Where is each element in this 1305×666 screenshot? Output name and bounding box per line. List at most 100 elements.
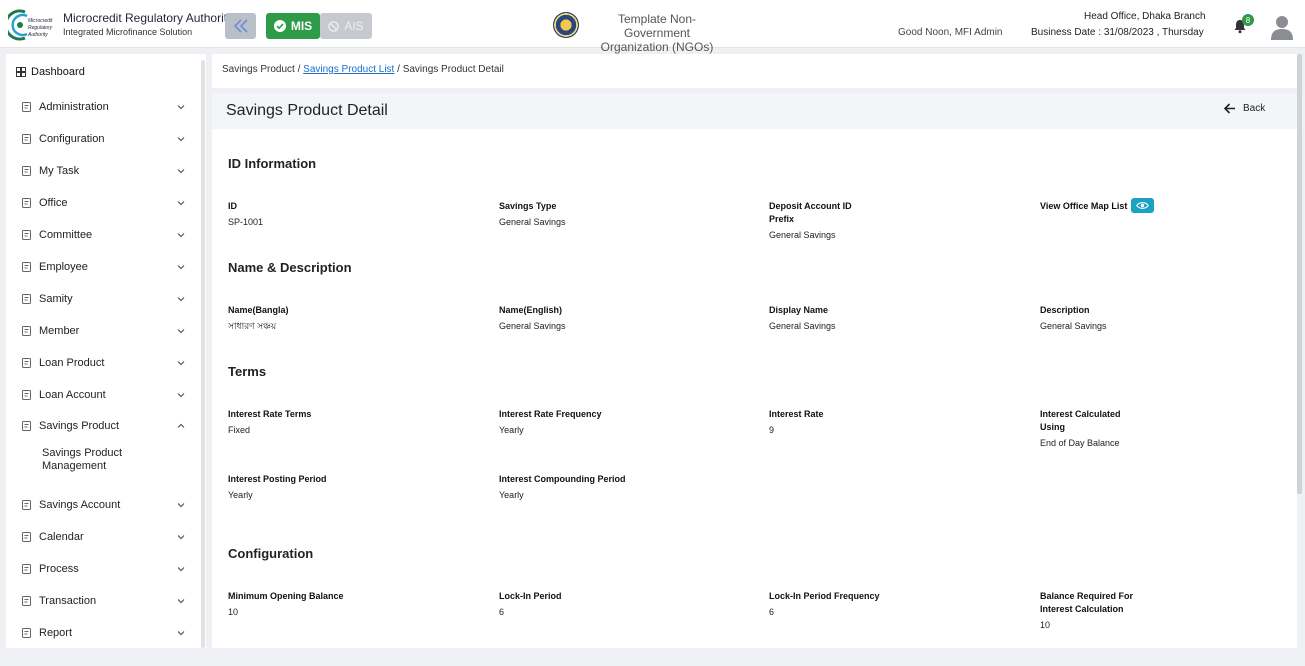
breadcrumb: Savings Product / Savings Product List /… — [222, 64, 504, 75]
sidebar-item-label: Transaction — [39, 595, 97, 607]
breadcrumb-link-savings-product-list[interactable]: Savings Product List — [303, 64, 394, 75]
main-content: Savings Product Detail Back ID Informati… — [212, 93, 1297, 648]
ais-label: AIS — [344, 19, 364, 33]
field-label: View Office Map List — [1040, 201, 1128, 211]
field-value: General Savings — [769, 230, 836, 240]
sidebar-item-label: Loan Account — [39, 389, 106, 401]
chevron-down-icon — [177, 137, 185, 142]
detail-field-interest-calculated-using: Interest Calculated Using End of Day Bala… — [1040, 408, 1140, 449]
ais-toggle-button[interactable]: AIS — [320, 13, 372, 39]
field-label: Savings Type — [499, 201, 557, 211]
ban-icon — [328, 20, 340, 32]
field-value: 9 — [769, 425, 775, 435]
sidebar-item-my-task[interactable]: My Task — [6, 162, 196, 182]
chevron-down-icon — [177, 503, 185, 508]
sidebar-item-savings-account[interactable]: Savings Account — [6, 496, 196, 516]
svg-text:Regulatory: Regulatory — [28, 25, 53, 31]
report-icon — [22, 628, 31, 638]
chevron-down-icon — [177, 233, 185, 238]
org-title: Microcredit Regulatory Authority — [63, 11, 234, 25]
detail-field-description: Description General Savings — [1040, 304, 1240, 332]
detail-field-name-bangla: Name(Bangla) সাধারণ সঞ্চয় — [228, 304, 428, 332]
detail-field-view-office-map-list: View Office Map List — [1040, 197, 1240, 213]
field-value: End of Day Balance — [1040, 438, 1120, 448]
transaction-icon — [22, 596, 31, 606]
field-value: General Savings — [1040, 321, 1107, 331]
field-label: Lock-In Period Frequency — [769, 591, 880, 601]
field-value: 6 — [499, 607, 505, 617]
field-label: Balance Required For Interest Calculatio… — [1040, 591, 1134, 614]
field-label: Interest Posting Period — [228, 474, 327, 484]
detail-field-name-english: Name(English) General Savings — [499, 304, 699, 332]
config-icon — [22, 134, 31, 144]
employee-icon — [22, 262, 31, 272]
sidebar-item-report[interactable]: Report — [6, 624, 196, 644]
field-value: 10 — [1040, 620, 1051, 630]
chevron-down-icon — [177, 329, 185, 334]
back-button[interactable]: Back — [1224, 103, 1265, 114]
detail-field-display-name: Display Name General Savings — [769, 304, 969, 332]
breadcrumb-bar: Savings Product / Savings Product List /… — [212, 54, 1297, 88]
sidebar-item-savings-product[interactable]: Savings Product — [6, 417, 196, 437]
sidebar-item-process[interactable]: Process — [6, 560, 196, 580]
sidebar-collapse-button[interactable] — [225, 13, 256, 39]
breadcrumb-item-savings-product: Savings Product — [222, 64, 295, 75]
ngo-name-line2: Organization (NGOs) — [600, 40, 714, 54]
field-value: Fixed — [228, 425, 251, 435]
detail-field-interest-rate-frequency: Interest Rate Frequency Yearly — [499, 408, 699, 436]
detail-field-interest-posting-period: Interest Posting Period Yearly — [228, 473, 428, 501]
sidebar-item-loan-account[interactable]: Loan Account — [6, 386, 196, 406]
sidebar-item-label: Employee — [39, 261, 88, 273]
detail-field-lock-in-period-frequency: Lock-In Period Frequency 6 — [769, 590, 969, 618]
chevron-down-icon — [177, 265, 185, 270]
field-value: General Savings — [769, 321, 836, 331]
check-circle-icon — [273, 20, 286, 32]
sidebar: Dashboard Administration Configuration My … — [6, 54, 206, 648]
field-label: Lock-In Period — [499, 591, 562, 601]
field-value: Yearly — [499, 490, 524, 500]
sidebar-item-label: Calendar — [39, 531, 84, 543]
sidebar-item-label: My Task — [39, 165, 80, 177]
arrow-left-icon — [1224, 103, 1235, 114]
field-label: Minimum Opening Balance — [228, 591, 344, 601]
sidebar-item-samity[interactable]: Samity — [6, 290, 196, 310]
sidebar-item-loan-product[interactable]: Loan Product — [6, 354, 196, 374]
sidebar-item-administration[interactable]: Administration — [6, 98, 196, 118]
detail-field-savings-type: Savings Type General Savings — [499, 200, 699, 228]
sidebar-scrollbar[interactable] — [201, 60, 205, 648]
field-label: Name(Bangla) — [228, 305, 289, 315]
sidebar-item-office[interactable]: Office — [6, 194, 196, 214]
detail-field-minimum-opening-balance: Minimum Opening Balance 10 — [228, 590, 428, 618]
mis-toggle-button[interactable]: MIS — [266, 13, 320, 39]
sidebar-item-employee[interactable]: Employee — [6, 258, 196, 278]
breadcrumb-item-current: Savings Product Detail — [402, 64, 504, 75]
chevron-down-icon — [177, 361, 185, 366]
view-office-map-button[interactable] — [1131, 197, 1155, 213]
sidebar-subitem-savings-product-management[interactable]: Savings Product Management — [42, 447, 172, 473]
dashboard-grid-icon — [16, 67, 26, 77]
sidebar-item-dashboard[interactable]: Dashboard — [16, 66, 85, 78]
sidebar-item-transaction[interactable]: Transaction — [6, 592, 196, 612]
chevron-down-icon — [177, 599, 185, 604]
chevron-down-icon — [177, 393, 185, 398]
loan-account-icon — [22, 390, 31, 400]
field-label: Description — [1040, 305, 1090, 315]
field-value: Yearly — [499, 425, 524, 435]
sidebar-item-member[interactable]: Member — [6, 322, 196, 342]
chevron-down-icon — [177, 631, 185, 636]
sidebar-item-calendar[interactable]: Calendar — [6, 528, 196, 548]
double-chevron-left-icon — [233, 19, 248, 33]
process-icon — [22, 564, 31, 574]
member-icon — [22, 326, 31, 336]
svg-text:Microcredit: Microcredit — [28, 18, 53, 24]
section-title: Name & Description — [228, 260, 352, 275]
sidebar-item-configuration[interactable]: Configuration — [6, 130, 196, 150]
page-scrollbar[interactable] — [1297, 54, 1302, 494]
chevron-down-icon — [177, 201, 185, 206]
field-value: সাধারণ সঞ্চয় — [228, 321, 277, 331]
detail-field-interest-rate: Interest Rate 9 — [769, 408, 969, 436]
user-avatar-icon[interactable] — [1270, 14, 1294, 40]
sidebar-item-committee[interactable]: Committee — [6, 226, 196, 246]
sidebar-item-label: Savings Account — [39, 499, 121, 511]
branch-name: Head Office, Dhaka Branch — [1084, 11, 1206, 22]
